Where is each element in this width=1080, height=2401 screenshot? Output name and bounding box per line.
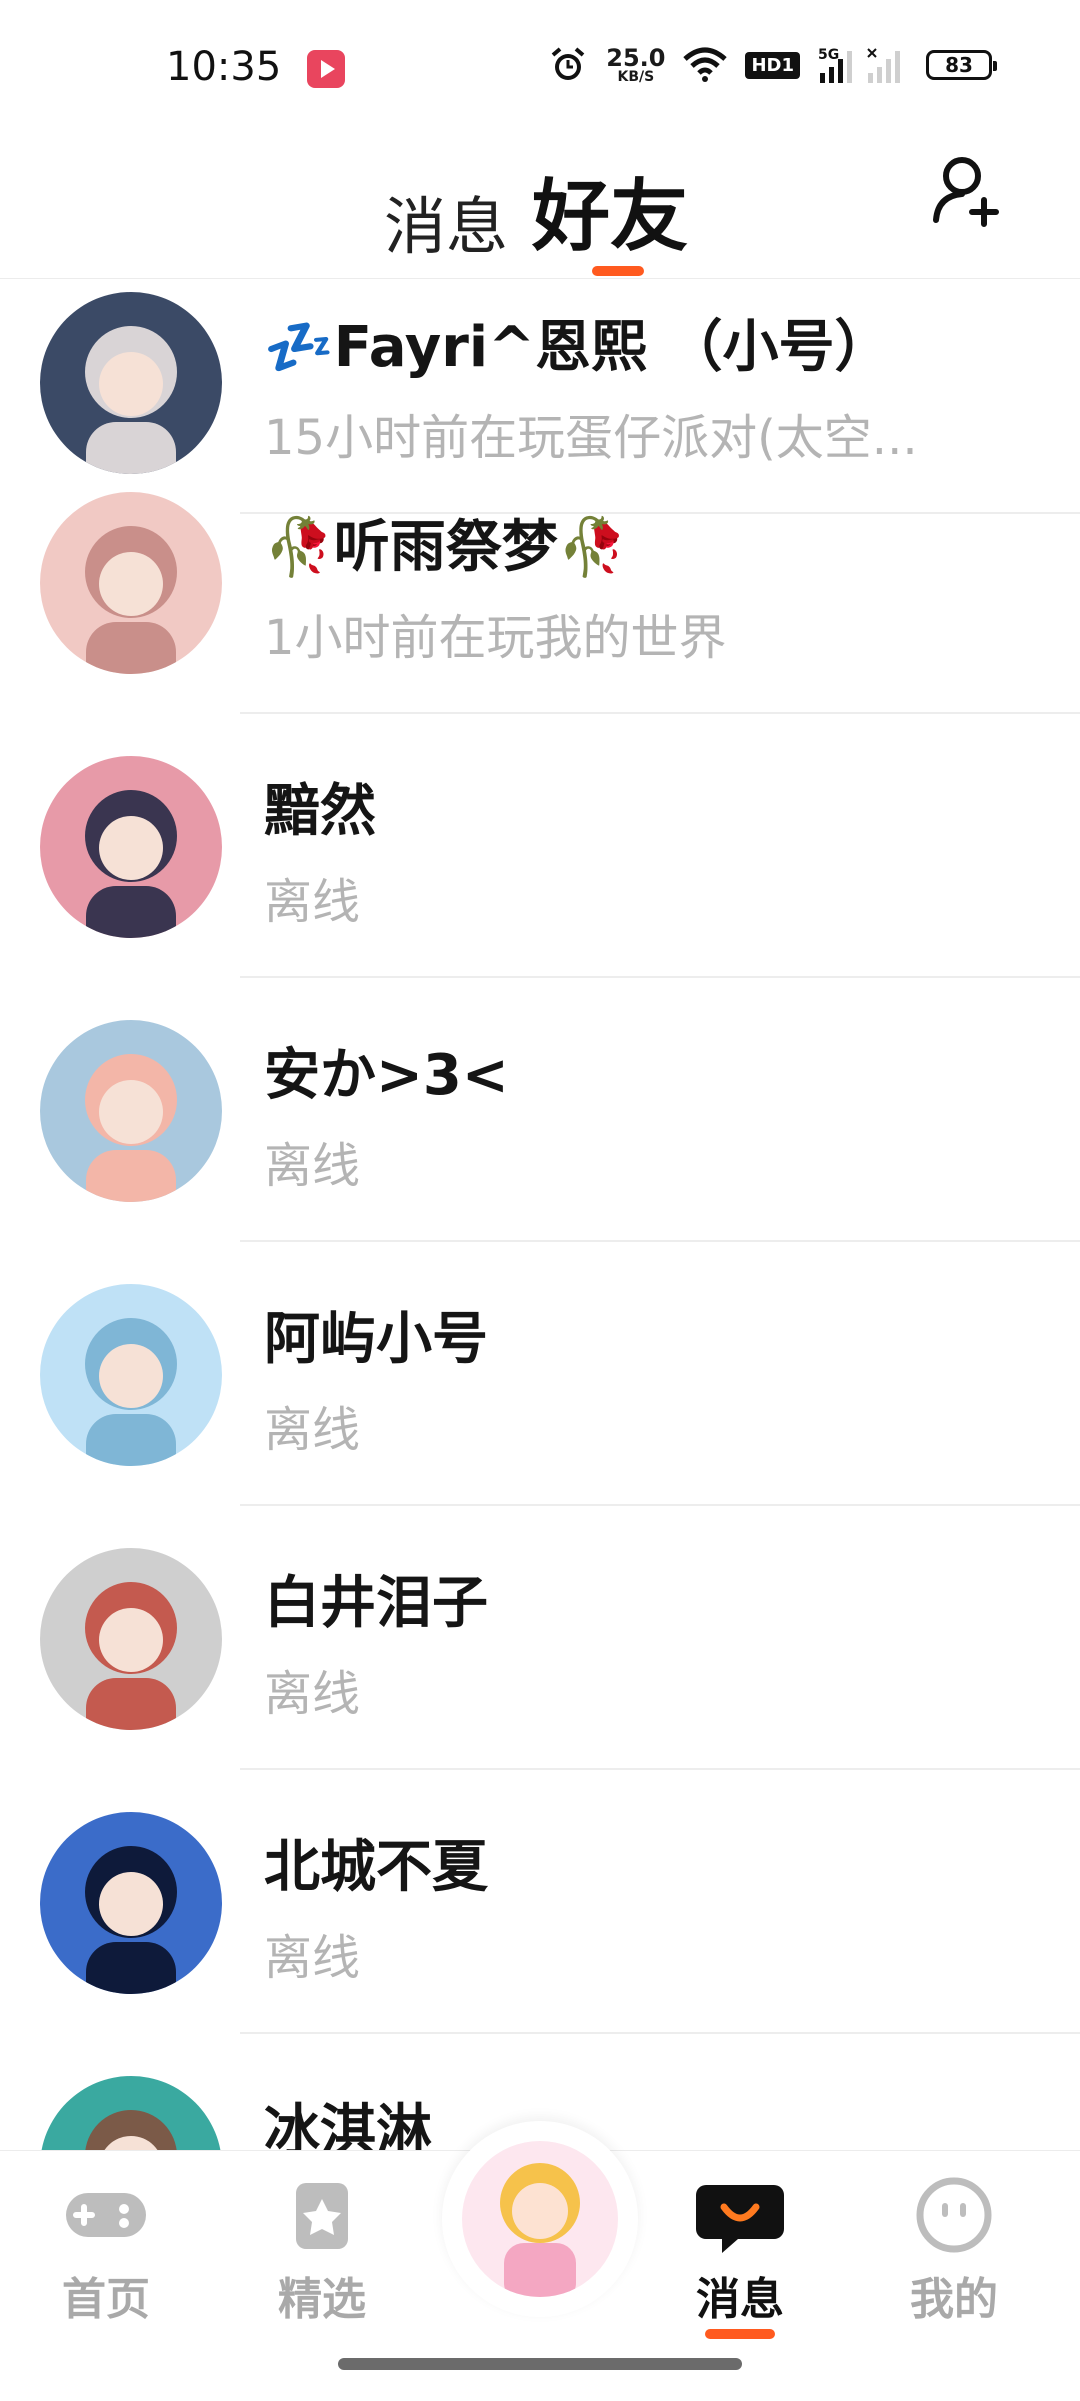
friend-name: 北城不夏 (264, 1835, 488, 1900)
status-time: 10:35 (166, 44, 282, 90)
friend-status: 离线 (264, 1930, 361, 1986)
header-tabs: 消息 好友 (384, 154, 688, 266)
avatar[interactable] (40, 1812, 222, 1994)
net-speed-unit: KB/S (617, 69, 655, 85)
nav-featured[interactable]: 精选 (252, 2175, 392, 2327)
active-tab-indicator (592, 266, 644, 276)
friend-name: 安か>3< (264, 1043, 509, 1108)
friend-status: 离线 (264, 1666, 361, 1722)
friend-status: 1小时前在玩我的世界 (264, 610, 727, 666)
avatar[interactable] (40, 292, 222, 474)
signal-icon: 5G (818, 47, 900, 83)
chat-icon (696, 2185, 784, 2253)
friend-name: 冰淇淋 (264, 2099, 432, 2150)
friend-row[interactable]: 安か>3< 离线 (0, 978, 1080, 1242)
center-avatar (462, 2141, 618, 2297)
media-app-icon (307, 50, 345, 88)
status-bar: 10:35 25.0 KB/S HD1 5G 83 (0, 0, 1080, 130)
avatar[interactable] (40, 2076, 222, 2150)
friend-status: 离线 (264, 1138, 361, 1194)
hd-badge: HD1 (745, 51, 800, 79)
nav-me-label: 我的 (910, 2274, 998, 2325)
status-indicators: 25.0 KB/S HD1 5G 83 (548, 40, 997, 90)
nav-active-indicator (705, 2329, 775, 2339)
nav-messages-label: 消息 (696, 2274, 784, 2325)
nav-home[interactable]: 首页 (36, 2175, 176, 2327)
battery-indicator: 83 (926, 50, 997, 80)
friend-name: 💤Fayri^恩熙 （小号） (264, 315, 891, 380)
svg-text:5G: 5G (818, 47, 839, 63)
friend-row[interactable]: 北城不夏 离线 (0, 1770, 1080, 2034)
friend-status: 离线 (264, 1402, 361, 1458)
avatar[interactable] (40, 1548, 222, 1730)
star-icon (296, 2183, 348, 2249)
friend-list[interactable]: 💤Fayri^恩熙 （小号） 15小时前在玩蛋仔派对(太空... 🥀听雨祭梦🥀 1小时… (0, 278, 1080, 2150)
center-avatar-button[interactable] (442, 2121, 638, 2317)
nav-me[interactable]: 我的 (884, 2175, 1024, 2327)
avatar[interactable] (40, 1020, 222, 1202)
battery-level: 83 (945, 53, 973, 77)
wifi-icon (683, 47, 728, 82)
friend-row[interactable]: 黯然 离线 (0, 714, 1080, 978)
home-indicator (338, 2358, 742, 2370)
friend-name: 阿屿小号 (264, 1307, 488, 1372)
net-speed: 25.0 KB/S (606, 46, 665, 84)
friend-row[interactable]: 🥀听雨祭梦🥀 1小时前在玩我的世界 (0, 450, 1080, 714)
friend-row[interactable]: 白井泪子 离线 (0, 1506, 1080, 1770)
nav-featured-label: 精选 (278, 2274, 366, 2325)
nav-home-label: 首页 (62, 2274, 150, 2325)
alarm-icon (551, 47, 585, 80)
friend-status: 离线 (264, 874, 361, 930)
header: 消息 好友 (0, 130, 1080, 279)
avatar[interactable] (40, 1284, 222, 1466)
friend-row[interactable]: 阿屿小号 离线 (0, 1242, 1080, 1506)
avatar[interactable] (40, 492, 222, 674)
tab-friends[interactable]: 好友 (532, 154, 688, 266)
gamepad-icon (66, 2193, 146, 2237)
net-speed-value: 25.0 (606, 44, 666, 72)
tab-messages[interactable]: 消息 (384, 176, 508, 266)
avatar[interactable] (40, 756, 222, 938)
friend-name: 黯然 (264, 779, 376, 844)
friend-name: 白井泪子 (264, 1571, 488, 1636)
face-icon (916, 2177, 992, 2253)
add-user-icon[interactable] (930, 150, 1010, 230)
friend-name: 🥀听雨祭梦🥀 (264, 515, 628, 580)
nav-messages[interactable]: 消息 (670, 2175, 810, 2339)
